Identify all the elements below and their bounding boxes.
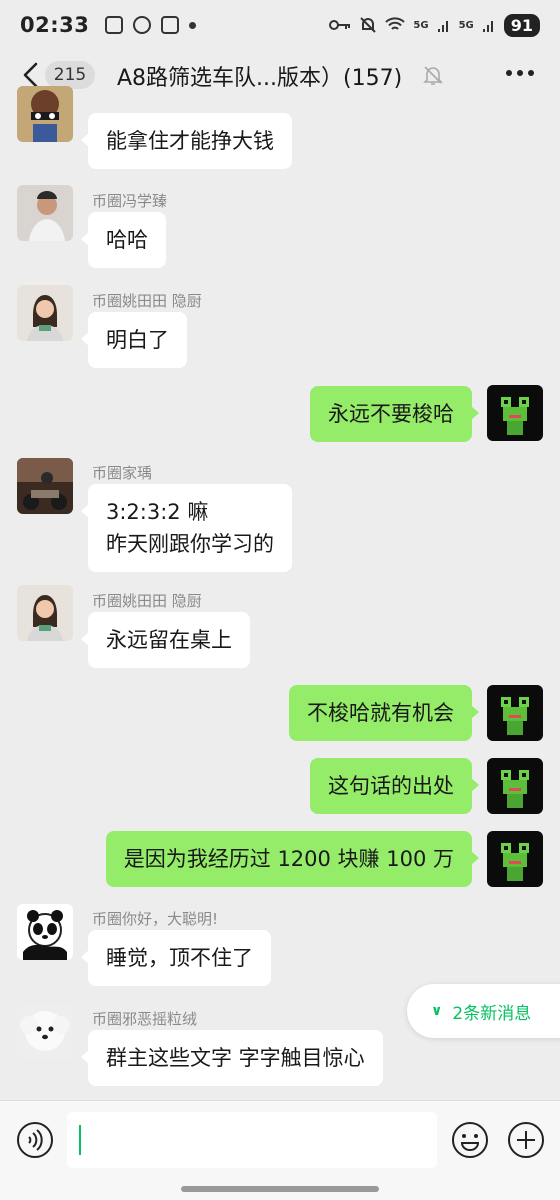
message-bubble-outgoing[interactable]: 是因为我经历过 1200 块赚 100 万 xyxy=(105,831,480,887)
woman-portrait-avatar-icon xyxy=(17,585,73,641)
more-notifications-icon xyxy=(189,21,197,29)
sender-name: 币圈邪恶摇粒绒 xyxy=(92,1010,198,1028)
chat-title: A8路筛选车队...版本）(157) xyxy=(117,66,403,91)
network-type-b: 5G xyxy=(458,19,474,31)
message-input[interactable] xyxy=(67,1112,437,1168)
voice-input-icon[interactable] xyxy=(16,1121,54,1159)
message-bubble[interactable]: 永远留在桌上 xyxy=(81,612,250,668)
add-attachment-icon[interactable] xyxy=(507,1121,545,1159)
new-messages-button[interactable]: ∨ 2条新消息 xyxy=(407,984,560,1038)
network-type-a: 5G xyxy=(413,19,429,31)
message-bubble-outgoing[interactable]: 不梭哈就有机会 xyxy=(289,685,479,741)
message-bubble[interactable]: 哈哈 xyxy=(81,212,166,268)
status-time: 02:33 xyxy=(20,13,90,37)
cartoon-figure-avatar-icon xyxy=(17,86,73,142)
avatar[interactable] xyxy=(17,585,73,641)
more-options-icon[interactable] xyxy=(506,70,534,78)
avatar[interactable] xyxy=(17,904,73,960)
woman-portrait-avatar-icon xyxy=(17,285,73,341)
input-bar xyxy=(0,1100,560,1200)
avatar[interactable] xyxy=(487,385,543,441)
signal-icon xyxy=(437,21,448,32)
message-bubble[interactable]: 明白了 xyxy=(81,312,187,368)
motorcycle-photo-avatar-icon xyxy=(17,458,73,514)
sender-name: 币圈冯学臻 xyxy=(92,192,168,210)
panda-meme-avatar-icon xyxy=(17,904,73,960)
pixel-frog-avatar-icon xyxy=(487,758,543,814)
avatar[interactable] xyxy=(17,458,73,514)
sender-name: 币圈姚田田 隐厨 xyxy=(92,292,202,310)
avatar[interactable] xyxy=(487,685,543,741)
sender-name: 币圈你好，大聪明! xyxy=(92,910,219,928)
avatar[interactable] xyxy=(17,285,73,341)
unread-count-badge[interactable]: 215 xyxy=(45,61,95,89)
mute-bell-status-icon xyxy=(360,17,377,33)
wechat-icon xyxy=(133,16,152,34)
message-bubble[interactable]: 能拿住才能挣大钱 xyxy=(81,113,292,169)
wifi-icon xyxy=(385,17,406,30)
screenshot-icon xyxy=(105,16,124,34)
message-bubble[interactable]: 3:2:3:2 嘛 昨天刚跟你学习的 xyxy=(81,484,292,572)
avatar[interactable] xyxy=(17,185,73,241)
message-bubble[interactable]: 群主这些文字 字字触目惊心 xyxy=(81,1030,383,1086)
avatar[interactable] xyxy=(17,86,73,142)
back-chevron-icon[interactable] xyxy=(20,62,42,88)
muted-bell-icon xyxy=(423,66,443,85)
text-caret xyxy=(79,1125,81,1155)
status-bar: 02:33 5G 5G 91 xyxy=(0,0,560,50)
message-bubble-outgoing[interactable]: 永远不要梭哈 xyxy=(310,386,479,442)
pixel-frog-avatar-icon xyxy=(487,385,543,441)
sender-name: 币圈姚田田 隐厨 xyxy=(92,592,202,610)
emoji-icon[interactable] xyxy=(451,1121,489,1159)
avatar[interactable] xyxy=(487,831,543,887)
sender-name: 币圈家瑀 xyxy=(92,464,153,482)
app-notification-icon xyxy=(161,16,180,34)
message-bubble-outgoing[interactable]: 这句话的出处 xyxy=(310,758,479,814)
pixel-frog-avatar-icon xyxy=(487,831,543,887)
double-chevron-down-icon: ∨ xyxy=(431,1003,443,1019)
white-dog-avatar-icon xyxy=(17,1003,73,1059)
avatar[interactable] xyxy=(17,1003,73,1059)
chat-header: 215 A8路筛选车队...版本）(157) xyxy=(0,50,560,100)
message-bubble[interactable]: 睡觉，顶不住了 xyxy=(81,930,271,986)
home-indicator[interactable] xyxy=(181,1186,379,1192)
new-messages-label: 2条新消息 xyxy=(452,1003,532,1024)
battery-indicator: 91 xyxy=(503,13,540,37)
signal-icon-2 xyxy=(482,21,493,32)
man-portrait-avatar-icon xyxy=(17,185,73,241)
avatar[interactable] xyxy=(487,758,543,814)
key-icon xyxy=(329,20,351,30)
pixel-frog-avatar-icon xyxy=(487,685,543,741)
